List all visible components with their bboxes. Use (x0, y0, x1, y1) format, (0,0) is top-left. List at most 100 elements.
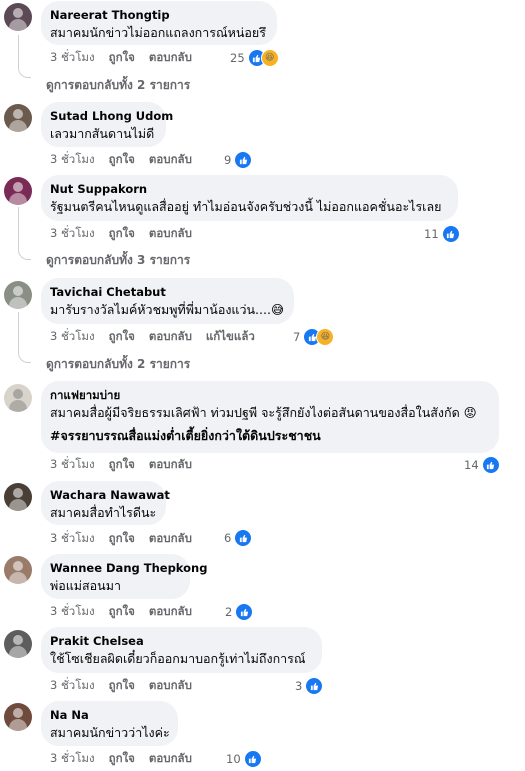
comment-time[interactable]: 3 ชั่วโมง (50, 49, 95, 67)
reply-button[interactable]: ตอบกลับ (149, 49, 192, 67)
reaction-summary[interactable]: 2 (225, 603, 254, 621)
comment-actions: 3 ชั่วโมง ถูกใจ ตอบกลับ (50, 50, 206, 66)
comment-time[interactable]: 3 ชั่วโมง (50, 151, 95, 169)
comment-text: มารับรางวัลไมค์หัวชมพูที่พี่มาน้องแว่น..… (50, 302, 284, 317)
comment-time[interactable]: 3 ชั่วโมง (50, 603, 95, 621)
like-button[interactable]: ถูกใจ (109, 49, 135, 67)
reaction-summary[interactable]: 3 (295, 677, 324, 695)
reaction-summary[interactable]: 10 (226, 750, 262, 768)
like-button[interactable]: ถูกใจ (109, 677, 135, 695)
like-button[interactable]: ถูกใจ (109, 151, 135, 169)
hashtag-link[interactable]: #จรรยาบรรณสื่อแม่งต่ำเตี้ยยิ่งกว่าใต้ดิน… (50, 426, 489, 445)
reaction-count: 14 (464, 458, 479, 472)
comment-author[interactable]: Wannee Dang Thepkong (50, 561, 207, 576)
like-reaction-icon (305, 677, 324, 695)
view-replies-link[interactable]: ดูการตอบกลับทั้ง 2 รายการ (46, 76, 190, 95)
comment-time[interactable]: 3 ชั่วโมง (50, 328, 95, 346)
edited-label[interactable]: แก้ไขแล้ว (206, 328, 255, 346)
comment-bubble: Na Na สมาคมนักข่าวว่าไงค่ะ (41, 701, 178, 746)
reply-button[interactable]: ตอบกลับ (149, 151, 192, 169)
comment-bubble: Sutad Lhong Udom เลวมากสันดานไม่ดี (41, 102, 173, 147)
like-reaction-icon (234, 151, 253, 169)
like-reaction-icon (243, 750, 262, 768)
like-reaction-icon (234, 529, 253, 547)
comment-text: สมาคมนักข่าวว่าไงค่ะ (50, 725, 170, 740)
comment-time[interactable]: 3 ชั่วโมง (50, 677, 95, 695)
reaction-count: 2 (225, 605, 233, 619)
like-button[interactable]: ถูกใจ (109, 530, 135, 548)
comment-text: สมาคมสื่อผู้มีจริยธรรมเลิศฟ้า ท่วมปฐพี จ… (50, 405, 477, 420)
reaction-summary[interactable]: 6 (224, 529, 253, 547)
comment-author[interactable]: Tavichai Chetabut (50, 285, 284, 300)
avatar[interactable] (4, 3, 32, 31)
reaction-summary[interactable]: 9 (224, 151, 253, 169)
comment-author[interactable]: Nut Suppakorn (50, 182, 448, 197)
comment-text: เลวมากสันดานไม่ดี (50, 126, 155, 141)
reply-button[interactable]: ตอบกลับ (149, 750, 192, 768)
reply-button[interactable]: ตอบกลับ (149, 456, 192, 474)
avatar[interactable] (4, 177, 32, 205)
comment-bubble: Nareerat Thongtip สมาคมนักข่าวไม่ออกแถลง… (41, 1, 277, 45)
reply-button[interactable]: ตอบกลับ (149, 225, 192, 243)
reaction-summary[interactable]: 7 😆 (293, 328, 335, 346)
comment-text: รัฐมนตรีคนไหนดูแลสื่ออยู่ ทำไมอ่อนจังครั… (50, 199, 442, 214)
avatar[interactable] (4, 384, 32, 412)
comment-actions: 3 ชั่วโมง ถูกใจ ตอบกลับ (50, 226, 206, 242)
reaction-count: 3 (295, 679, 303, 693)
comment-actions: 3 ชั่วโมง ถูกใจ ตอบกลับ แก้ไขแล้ว (50, 329, 269, 345)
comment-time[interactable]: 3 ชั่วโมง (50, 456, 95, 474)
avatar[interactable] (4, 630, 32, 658)
comment-bubble: Tavichai Chetabut มารับรางวัลไมค์หัวชมพู… (41, 278, 294, 324)
comment-bubble: Wannee Dang Thepkong พ่อแม่สอนมา (41, 554, 207, 599)
like-button[interactable]: ถูกใจ (109, 750, 135, 768)
comment-author[interactable]: กาแฟยามบ่าย (50, 388, 489, 403)
comment-time[interactable]: 3 ชั่วโมง (50, 750, 95, 768)
comment-author[interactable]: Nareerat Thongtip (50, 8, 267, 23)
like-reaction-icon (441, 225, 460, 243)
comment-bubble: Prakit Chelsea ใช้โซเชียลผิดเดี๋ยวก็ออกม… (41, 627, 322, 673)
thread-connector (18, 207, 31, 260)
like-reaction-icon (481, 456, 500, 474)
comment-author[interactable]: Wachara Nawawat (50, 488, 170, 503)
haha-reaction-icon: 😆 (260, 49, 279, 67)
comment-actions: 3 ชั่วโมง ถูกใจ ตอบกลับ (50, 678, 206, 694)
comment-text: ใช้โซเชียลผิดเดี๋ยวก็ออกมาบอกรู้เท่าไม่ถ… (50, 651, 306, 666)
avatar[interactable] (4, 483, 32, 511)
avatar[interactable] (4, 556, 32, 584)
comment-actions: 3 ชั่วโมง ถูกใจ ตอบกลับ (50, 152, 206, 168)
view-replies-link[interactable]: ดูการตอบกลับทั้ง 3 รายการ (46, 251, 190, 270)
comment-author[interactable]: Prakit Chelsea (50, 634, 312, 649)
reaction-count: 10 (226, 752, 241, 766)
avatar[interactable] (4, 281, 32, 309)
comment-bubble: Nut Suppakorn รัฐมนตรีคนไหนดูแลสื่ออยู่ … (41, 175, 458, 221)
reply-button[interactable]: ตอบกลับ (149, 677, 192, 695)
comment-bubble: กาแฟยามบ่าย สมาคมสื่อผู้มีจริยธรรมเลิศฟ้… (41, 381, 499, 453)
comment-text: สมาคมสื่อทำไรดีนะ (50, 505, 157, 520)
comment-author[interactable]: Sutad Lhong Udom (50, 109, 173, 124)
comment-actions: 3 ชั่วโมง ถูกใจ ตอบกลับ (50, 604, 206, 620)
comment-time[interactable]: 3 ชั่วโมง (50, 530, 95, 548)
reaction-count: 9 (224, 153, 232, 167)
like-button[interactable]: ถูกใจ (109, 225, 135, 243)
reaction-count: 25 (230, 51, 245, 65)
reaction-summary[interactable]: 11 (424, 225, 460, 243)
comment-actions: 3 ชั่วโมง ถูกใจ ตอบกลับ (50, 751, 206, 767)
reply-button[interactable]: ตอบกลับ (149, 530, 192, 548)
reaction-count: 6 (224, 531, 232, 545)
reaction-summary[interactable]: 25 😆 (230, 49, 279, 67)
view-replies-link[interactable]: ดูการตอบกลับทั้ง 2 รายการ (46, 355, 190, 374)
like-button[interactable]: ถูกใจ (109, 456, 135, 474)
reaction-summary[interactable]: 14 (464, 456, 500, 474)
like-button[interactable]: ถูกใจ (109, 603, 135, 621)
thread-connector (18, 312, 31, 363)
comment-bubble: Wachara Nawawat สมาคมสื่อทำไรดีนะ (41, 481, 170, 525)
avatar[interactable] (4, 104, 32, 132)
like-button[interactable]: ถูกใจ (109, 328, 135, 346)
reaction-count: 7 (293, 330, 301, 344)
thread-connector (18, 35, 31, 78)
comment-time[interactable]: 3 ชั่วโมง (50, 225, 95, 243)
reply-button[interactable]: ตอบกลับ (149, 328, 192, 346)
reply-button[interactable]: ตอบกลับ (149, 603, 192, 621)
avatar[interactable] (4, 703, 32, 731)
comment-author[interactable]: Na Na (50, 708, 168, 723)
